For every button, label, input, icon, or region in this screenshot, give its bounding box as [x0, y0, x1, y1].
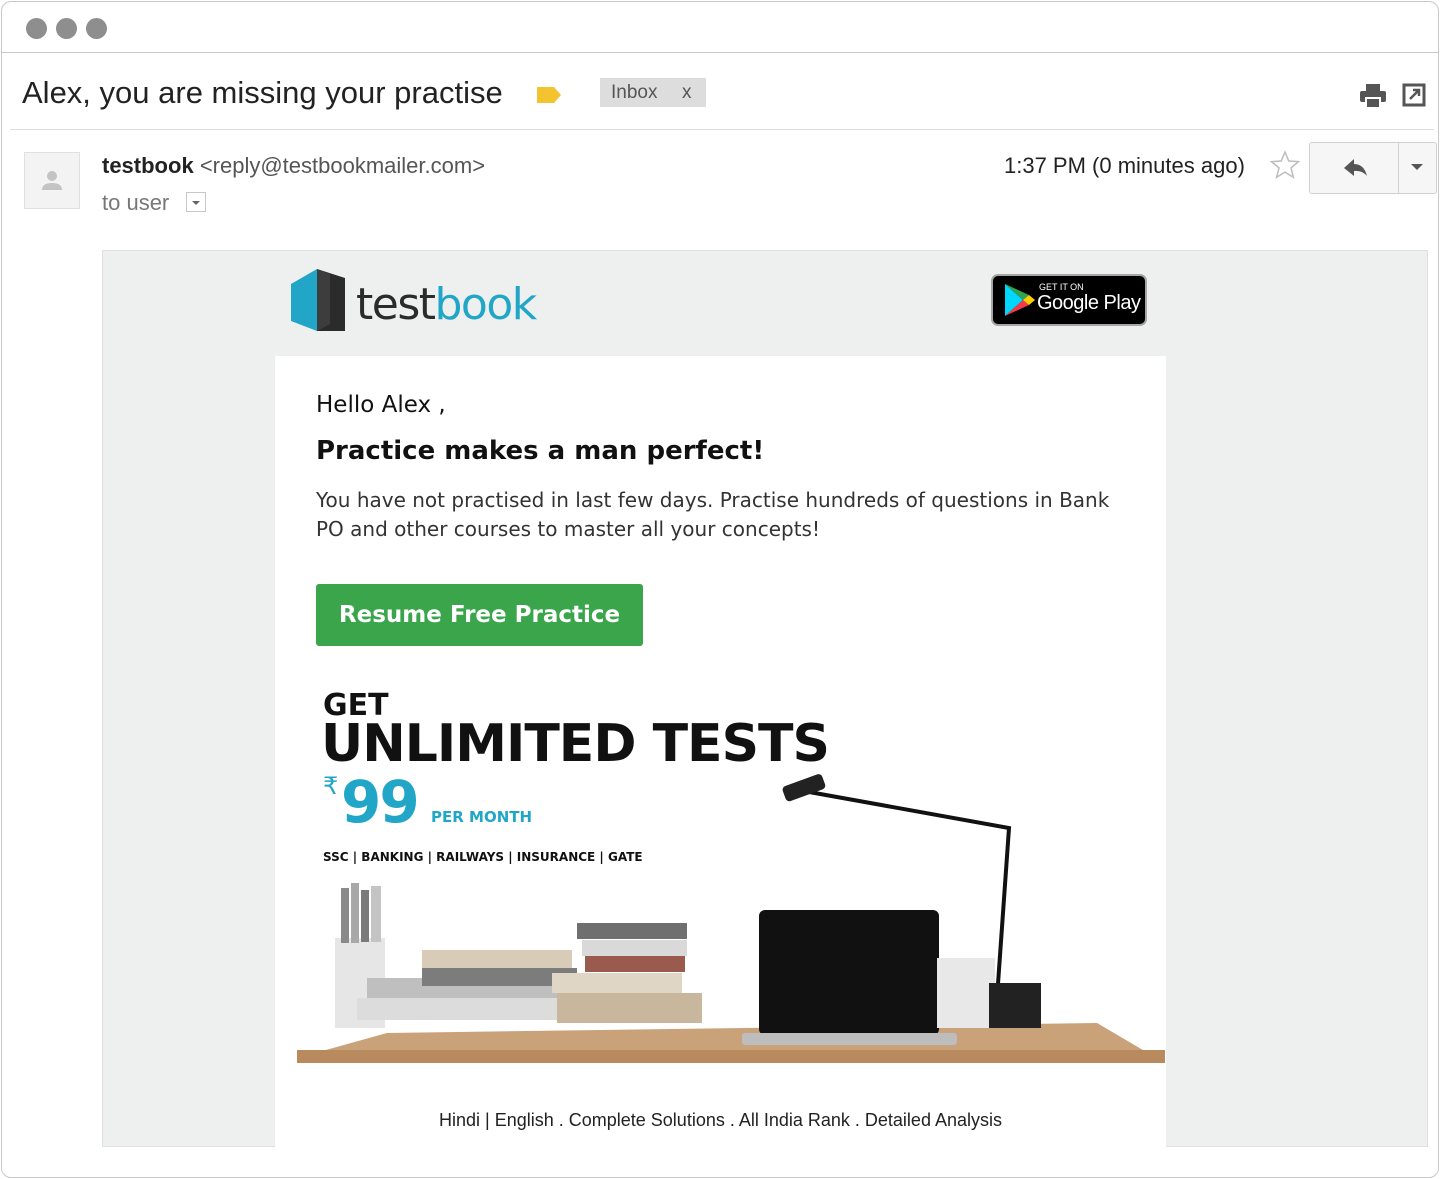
promo-headline: UNLIMITED TESTS — [321, 714, 830, 774]
sender-avatar — [24, 152, 80, 209]
popout-icon[interactable] — [1402, 83, 1426, 107]
message-paragraph: You have not practised in last few days.… — [316, 488, 1110, 541]
google-play-badge[interactable]: GET IT ON Google Play — [991, 274, 1147, 326]
label-tag-icon[interactable] — [536, 85, 562, 105]
window-close-button[interactable] — [26, 18, 47, 39]
email-window: Alex, you are missing your practise Inbo… — [1, 1, 1439, 1178]
email-subject: Alex, you are missing your practise — [22, 75, 503, 110]
google-play-icon — [1005, 284, 1035, 316]
resume-practice-button[interactable]: Resume Free Practice — [316, 584, 643, 646]
message-time: 1:37 PM (0 minutes ago) — [1004, 153, 1245, 178]
window-titlebar — [2, 2, 1438, 53]
badge-store-name: Google Play — [1037, 292, 1141, 314]
person-icon — [42, 171, 62, 190]
headline: Practice makes a man perfect! — [316, 436, 765, 466]
badge-small-text: GET IT ON — [1039, 282, 1084, 292]
brand-part-dark: test — [356, 279, 436, 330]
sender-address: <reply@testbookmailer.com> — [199, 153, 486, 178]
recipient-details-dropdown[interactable] — [186, 192, 206, 212]
star-icon[interactable] — [1270, 150, 1300, 180]
promo-currency: ₹ — [323, 772, 339, 800]
print-icon[interactable] — [1359, 83, 1387, 109]
recipient-line: to user — [102, 190, 170, 215]
promo-period: PER MONTH — [431, 808, 533, 826]
promo-price: 99 — [341, 768, 420, 836]
inbox-label-chip: Inbox x — [600, 78, 706, 107]
more-actions-button[interactable] — [1398, 143, 1436, 193]
inbox-label-text: Inbox — [611, 82, 658, 103]
reply-button-group — [1309, 142, 1437, 194]
remove-label-button[interactable]: x — [682, 78, 692, 107]
brand-part-accent: book — [434, 279, 538, 330]
window-maximize-button[interactable] — [86, 18, 107, 39]
subject-bar: Alex, you are missing your practise Inbo… — [2, 53, 1438, 129]
email-footer-line: Hindi | English . Complete Solutions . A… — [439, 1110, 1002, 1130]
email-card: Hello Alex , Practice makes a man perfec… — [275, 356, 1166, 1148]
reply-icon — [1344, 159, 1367, 176]
sender-name: testbook — [102, 153, 194, 178]
header-divider — [10, 129, 1434, 130]
email-content: testbook GET IT ON Google Play Hello Ale… — [102, 250, 1428, 1148]
reply-button[interactable] — [1310, 143, 1399, 193]
promo-categories: SSC | BANKING | RAILWAYS | INSURANCE | G… — [323, 850, 643, 864]
greeting: Hello Alex , — [316, 392, 446, 418]
chevron-down-icon — [1411, 164, 1423, 170]
sender-line: testbook <reply@testbookmailer.com> — [102, 153, 485, 179]
chevron-down-icon — [192, 201, 200, 205]
window-minimize-button[interactable] — [56, 18, 77, 39]
promo-banner[interactable]: GET UNLIMITED TESTS ₹ 99 PER MONTH SSC |… — [297, 678, 1165, 1063]
testbook-wordmark: testbook — [356, 279, 538, 330]
